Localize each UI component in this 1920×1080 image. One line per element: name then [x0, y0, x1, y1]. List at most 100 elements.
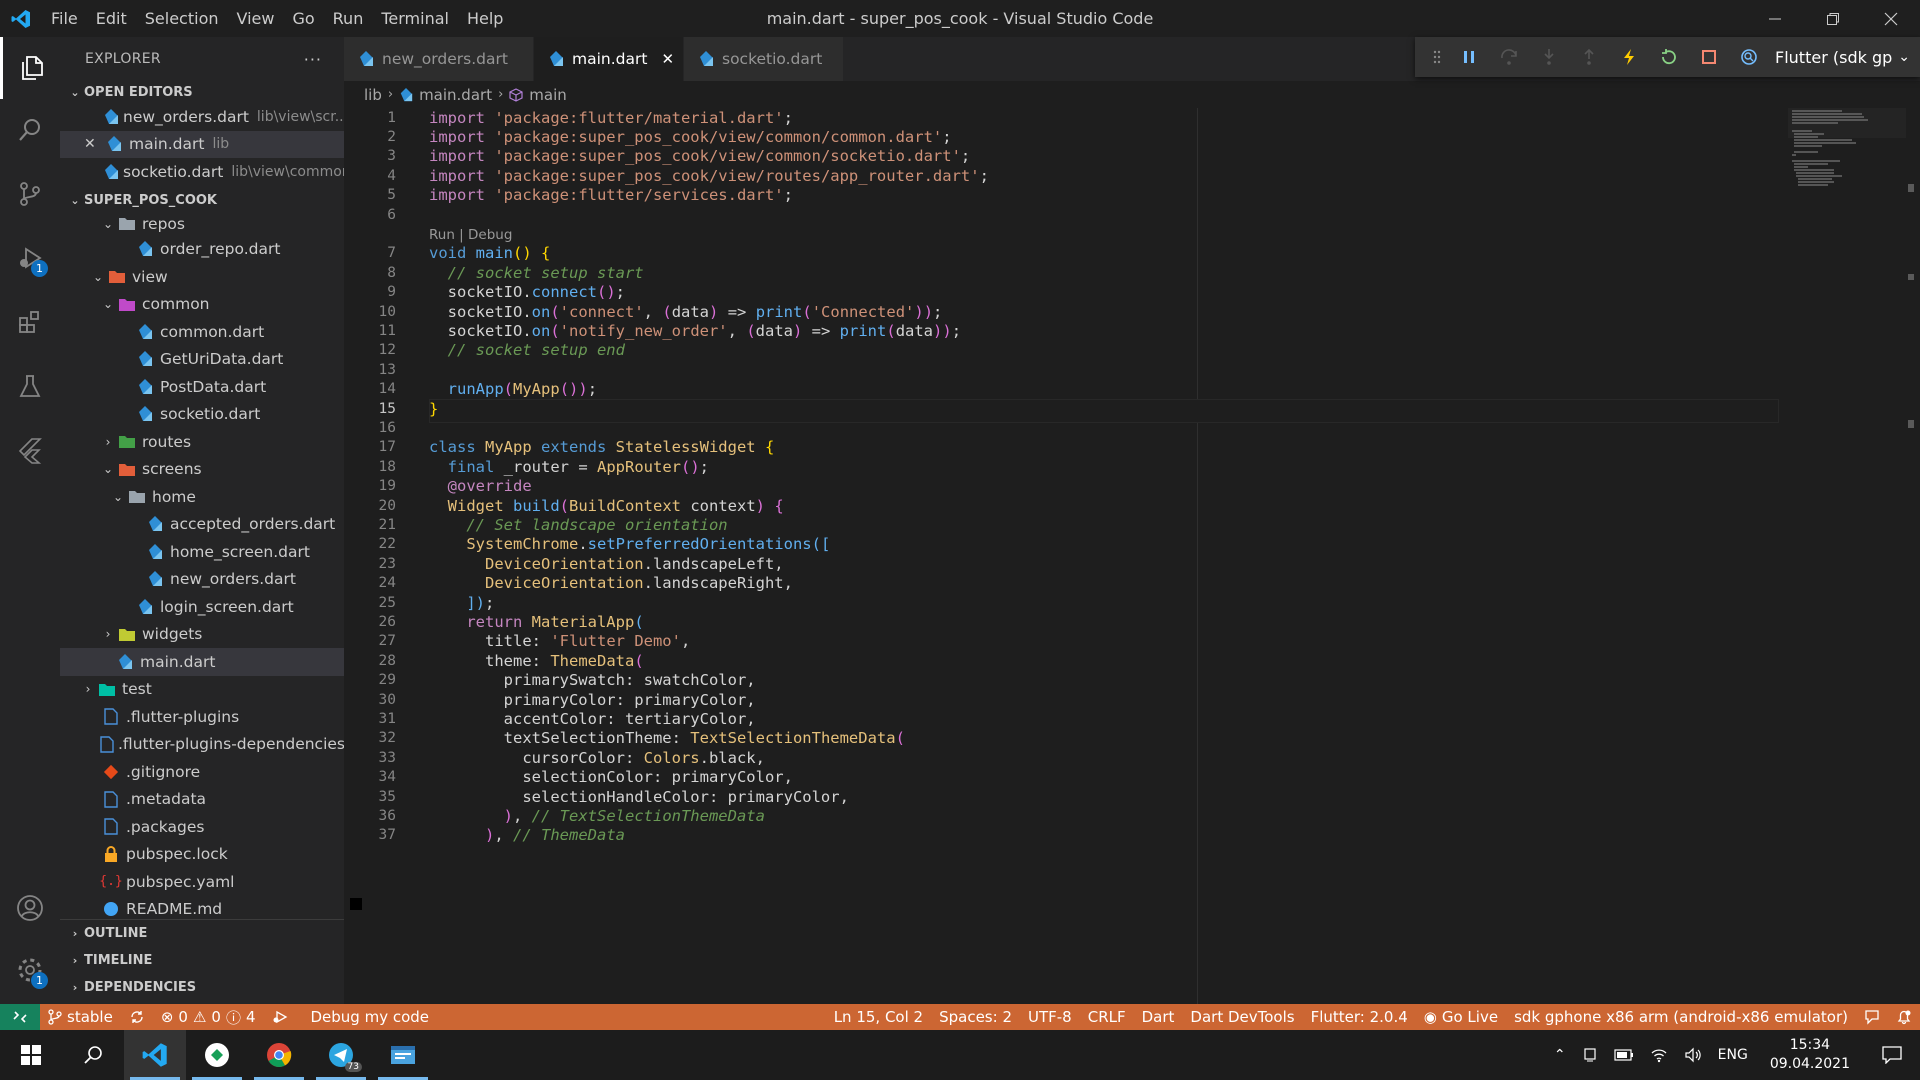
step-out-icon[interactable] [1569, 37, 1609, 77]
more-actions-icon[interactable]: ··· [304, 50, 322, 69]
debug-status[interactable]: Debug my code [264, 1004, 438, 1030]
drag-handle-icon[interactable] [1425, 37, 1449, 77]
tree-file[interactable]: .packages [60, 813, 344, 841]
tree-folder[interactable]: ⌄ view [60, 263, 344, 291]
search-icon[interactable] [0, 99, 60, 161]
language-indicator[interactable]: ENG [1710, 1047, 1756, 1063]
explorer-icon[interactable] [0, 37, 60, 99]
taskbar-window-icon[interactable] [372, 1030, 434, 1080]
close-window-button[interactable] [1862, 0, 1920, 37]
run-debug-icon[interactable]: 1 [0, 227, 60, 289]
go-live-button[interactable]: ◉ Go Live [1416, 1004, 1506, 1030]
menu-run[interactable]: Run [324, 0, 373, 37]
outline-header[interactable]: › OUTLINE [60, 920, 344, 947]
chevron-down-icon[interactable]: ⌄ [1898, 49, 1914, 65]
taskbar-chrome-icon[interactable] [248, 1030, 310, 1080]
minimize-button[interactable] [1746, 0, 1804, 37]
indentation[interactable]: Spaces: 2 [931, 1004, 1020, 1030]
windows-start-icon[interactable] [0, 1030, 62, 1080]
tab-main[interactable]: main.dart ✕ [534, 37, 684, 81]
menu-terminal[interactable]: Terminal [372, 0, 458, 37]
notifications-bell-icon[interactable] [1888, 1004, 1920, 1030]
minimap[interactable] [1788, 108, 1920, 1004]
taskbar-telegram-icon[interactable]: 73 [310, 1030, 372, 1080]
close-icon[interactable]: ✕ [84, 136, 96, 152]
tree-file[interactable]: socketio.dart [60, 401, 344, 429]
editor-scrollbar[interactable] [1906, 108, 1920, 1004]
tree-folder[interactable]: › widgets [60, 621, 344, 649]
flutter-icon[interactable] [0, 419, 60, 481]
tree-folder[interactable]: › test [60, 676, 344, 704]
taskbar-search-icon[interactable] [62, 1030, 124, 1080]
flutter-version[interactable]: Flutter: 2.0.4 [1303, 1004, 1416, 1030]
project-header[interactable]: ⌄ SUPER_POS_COOK [60, 190, 344, 212]
step-over-icon[interactable] [1489, 37, 1529, 77]
feedback-icon[interactable] [1856, 1004, 1888, 1030]
menu-file[interactable]: File [42, 0, 87, 37]
tree-file[interactable]: GetUriData.dart [60, 346, 344, 374]
close-tab-icon[interactable]: ✕ [661, 50, 674, 68]
tree-folder[interactable]: ⌄ screens [60, 456, 344, 484]
device-selector[interactable]: sdk gphone x86 arm (android-x86 emulator… [1506, 1004, 1856, 1030]
tree-file-selected[interactable]: main.dart [60, 648, 344, 676]
open-editors-header[interactable]: ⌄ OPEN EDITORS [60, 81, 344, 103]
inspect-widget-icon[interactable] [1729, 37, 1769, 77]
tab-socketio[interactable]: socketio.dart [684, 37, 844, 81]
tree-file[interactable]: accepted_orders.dart [60, 511, 344, 539]
accounts-icon[interactable] [0, 877, 60, 939]
tree-folder[interactable]: ⌄ home [60, 483, 344, 511]
tree-file[interactable]: .metadata [60, 786, 344, 814]
pause-icon[interactable] [1449, 37, 1489, 77]
tree-file[interactable]: order_repo.dart [60, 236, 344, 264]
tree-file[interactable]: .flutter-plugins-dependencies [60, 731, 344, 759]
minimap-slider[interactable] [1788, 108, 1906, 138]
extensions-icon[interactable] [0, 291, 60, 353]
source-control-icon[interactable] [0, 163, 60, 225]
encoding[interactable]: UTF-8 [1020, 1004, 1080, 1030]
breadcrumb-folder[interactable]: lib [364, 86, 382, 104]
restart-icon[interactable] [1649, 37, 1689, 77]
menu-selection[interactable]: Selection [136, 0, 228, 37]
remote-icon[interactable] [0, 1004, 40, 1030]
clock[interactable]: 15:34 09.04.2021 [1756, 1036, 1864, 1074]
tree-file[interactable]: .flutter-plugins [60, 703, 344, 731]
codelens-run-debug[interactable]: Run | Debug [429, 227, 512, 243]
testing-icon[interactable] [0, 355, 60, 417]
dependencies-header[interactable]: › DEPENDENCIES [60, 974, 344, 1001]
menu-view[interactable]: View [228, 0, 284, 37]
open-editor-item-active[interactable]: ✕ main.dart lib [60, 130, 344, 158]
tree-file[interactable]: .gitignore [60, 758, 344, 786]
device-icon[interactable] [1574, 1047, 1606, 1063]
hot-reload-icon[interactable] [1609, 37, 1649, 77]
taskbar-vscode-icon[interactable] [124, 1030, 186, 1080]
menu-help[interactable]: Help [458, 0, 512, 37]
tab-new-orders[interactable]: new_orders.dart [344, 37, 534, 81]
tree-folder[interactable]: ⌄ repos [60, 212, 344, 236]
menu-go[interactable]: Go [283, 0, 323, 37]
cursor-position[interactable]: Ln 15, Col 2 [826, 1004, 931, 1030]
tree-file[interactable]: PostData.dart [60, 373, 344, 401]
breadcrumb-file[interactable]: main.dart [419, 86, 492, 104]
open-editor-item[interactable]: socketio.dart lib\view\common [60, 158, 344, 186]
action-center-icon[interactable] [1864, 1046, 1920, 1064]
tree-file[interactable]: common.dart [60, 318, 344, 346]
tree-file[interactable]: pubspec.lock [60, 841, 344, 869]
open-editor-item[interactable]: new_orders.dart lib\view\scr... [60, 103, 344, 131]
step-into-icon[interactable] [1529, 37, 1569, 77]
tree-file[interactable]: new_orders.dart [60, 566, 344, 594]
debug-target-select[interactable]: Flutter (sdk gp [1769, 48, 1898, 67]
code-editor[interactable]: 1 import 'package:flutter/material.dart';… [344, 108, 1920, 1004]
settings-gear-icon[interactable]: 1 [0, 939, 60, 1001]
wifi-icon[interactable] [1642, 1047, 1676, 1063]
branch-status[interactable]: stable [40, 1004, 121, 1030]
chevron-up-icon[interactable]: ⌃ [1546, 1047, 1574, 1063]
line-ending[interactable]: CRLF [1080, 1004, 1134, 1030]
stop-icon[interactable] [1689, 37, 1729, 77]
tree-folder[interactable]: ⌄ common [60, 291, 344, 319]
problems-status[interactable]: ⊗ 0 ⚠ 0 ⓘ 4 [153, 1004, 264, 1030]
tree-file[interactable]: home_screen.dart [60, 538, 344, 566]
tree-file[interactable]: {.} pubspec.yaml [60, 868, 344, 896]
dart-devtools[interactable]: Dart DevTools [1182, 1004, 1302, 1030]
battery-icon[interactable] [1606, 1049, 1642, 1061]
breadcrumb-symbol[interactable]: main [529, 86, 566, 104]
